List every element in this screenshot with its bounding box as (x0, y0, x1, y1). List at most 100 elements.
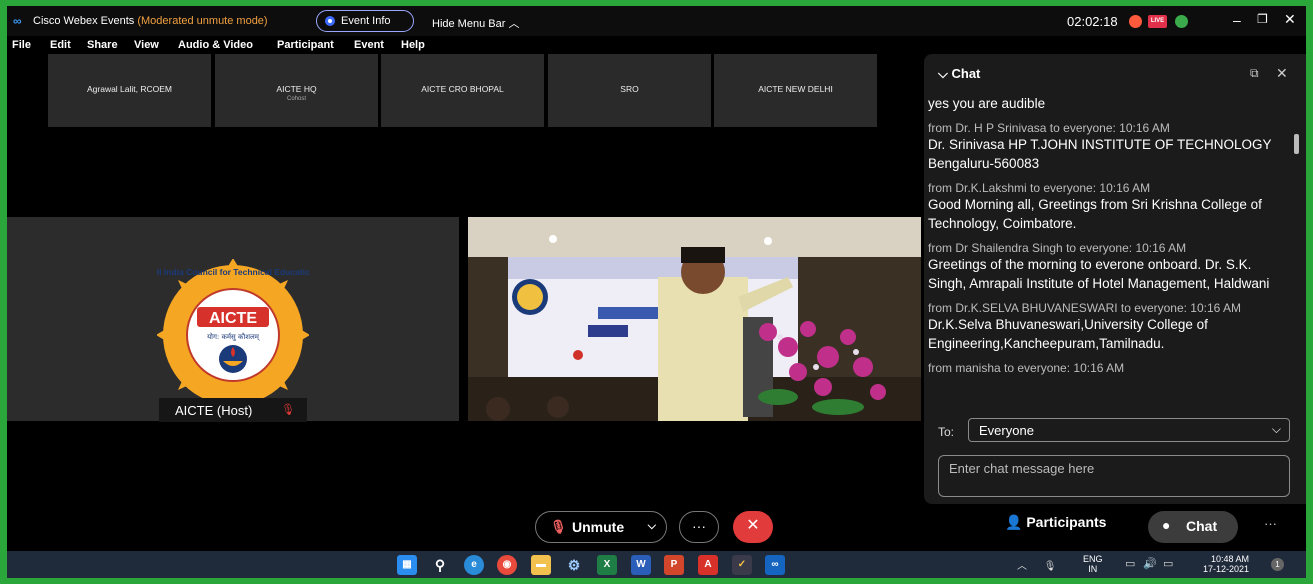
clock-time: 10:48 AM (1211, 554, 1250, 564)
event-timer: 02:02:18 (1067, 14, 1118, 29)
excel-icon[interactable]: X (597, 555, 617, 575)
chat-message: from Dr.K.SELVA BHUVANESWARI to everyone… (928, 301, 1288, 353)
chat-message: yes you are audible (928, 94, 1288, 113)
participant-name: AICTE HQ (276, 84, 317, 94)
close-chat-button[interactable]: ✕ (1276, 65, 1288, 82)
more-options-button[interactable]: ··· (679, 511, 719, 543)
recipient-label: To: (938, 425, 955, 439)
app-title: Cisco Webex Events (Moderated unmute mod… (33, 15, 268, 27)
event-info-button[interactable]: Event Info (316, 10, 414, 32)
network-health-icon[interactable] (1175, 15, 1188, 28)
chrome-icon[interactable]: ◉ (497, 555, 517, 575)
menu-share[interactable]: Share (87, 39, 118, 51)
menu-help[interactable]: Help (401, 39, 425, 51)
chat-message-list[interactable]: yes you are audible from Dr. H P Sriniva… (928, 94, 1288, 410)
leave-event-button[interactable]: ✕ (733, 511, 773, 543)
live-badge: LIVE (1148, 15, 1167, 28)
menu-edit[interactable]: Edit (50, 39, 71, 51)
chat-message: from Dr.K.Lakshmi to everyone: 10:16 AM … (928, 181, 1288, 233)
chevron-down-icon: ⌵ (938, 66, 948, 81)
menu-file[interactable]: File (12, 39, 31, 51)
chevron-up-icon[interactable]: ︿ (1017, 561, 1027, 572)
participant-thumbnail[interactable]: SRO (548, 54, 711, 127)
file-explorer-icon[interactable]: ▬ (531, 555, 551, 575)
network-icon[interactable]: ▭ (1125, 557, 1135, 570)
chat-input-placeholder: Enter chat message here (949, 461, 1095, 476)
hide-menu-bar-button[interactable]: Hide Menu Bar ︿ (432, 15, 519, 31)
chat-message-text: Dr.K.Selva Bhuvaneswari,University Colle… (928, 317, 1208, 351)
language-indicator[interactable]: ENG IN (1083, 554, 1103, 574)
chat-message-meta: from Dr. H P Srinivasa to everyone: 10:1… (928, 121, 1170, 135)
chat-panel-header[interactable]: ⌵ Chat (938, 66, 980, 82)
logo-title: AICTE (209, 310, 257, 327)
participant-thumbnail[interactable]: AICTE NEW DELHI (714, 54, 877, 127)
recording-icon[interactable] (1129, 15, 1142, 28)
chat-panel-title: Chat (951, 66, 981, 81)
powerpoint-icon[interactable]: P (664, 555, 684, 575)
windows-start-icon[interactable]: ▦ (397, 555, 417, 575)
webex-icon[interactable]: ∞ (765, 555, 785, 575)
chevron-down-icon: ⌵ (1271, 422, 1281, 436)
edge-icon[interactable]: e (464, 555, 484, 575)
title-bar: ∞ Cisco Webex Events (Moderated unmute m… (7, 6, 1306, 36)
menu-audio-video[interactable]: Audio & Video (178, 39, 253, 51)
recipient-value: Everyone (979, 423, 1034, 438)
logo-ring-text: All India Council for Technical Educatio… (157, 267, 309, 277)
menu-event[interactable]: Event (354, 39, 384, 51)
aicte-logo: All India Council for Technical Educatio… (157, 259, 309, 411)
region-code: IN (1088, 564, 1098, 574)
host-video-tile[interactable]: All India Council for Technical Educatio… (7, 217, 459, 421)
chat-message-meta: from manisha to everyone: 10:16 AM (928, 361, 1125, 375)
participant-thumbnail[interactable]: Agrawal Lalit, RCOEM (48, 54, 211, 127)
maximize-button[interactable]: ❐ (1257, 12, 1268, 26)
participant-role: Cohost (286, 96, 306, 102)
menu-participant[interactable]: Participant (277, 39, 334, 51)
taskbar-clock[interactable]: 10:48 AM 17-12-2021 (1203, 554, 1249, 574)
minimize-button[interactable]: – (1233, 12, 1241, 28)
chat-message: from Dr. H P Srinivasa to everyone: 10:1… (928, 121, 1288, 173)
logo-motto: योग: कर्मसु कौशलम् (207, 332, 260, 341)
menu-view[interactable]: View (134, 39, 159, 51)
chat-message-text: Greetings of the morning to everone onbo… (928, 257, 1270, 291)
settings-gear-icon[interactable]: ⚙ (564, 555, 584, 575)
notification-badge[interactable]: 1 (1271, 558, 1284, 571)
recipient-select[interactable]: Everyone ⌵ (968, 418, 1290, 442)
menu-bar: File Edit Share View Audio & Video Parti… (7, 36, 1306, 54)
participant-name: Agrawal Lalit, RCOEM (86, 84, 173, 94)
unmute-button[interactable]: 🎙 Unmute ⌵ (535, 511, 667, 543)
hide-menu-label: Hide Menu Bar (432, 18, 506, 30)
unmute-label: Unmute (572, 519, 625, 535)
more-controls-button[interactable]: ··· (1264, 516, 1277, 531)
microphone-icon[interactable]: 🎙 (1044, 561, 1057, 572)
event-info-label: Event Info (341, 15, 391, 27)
webex-tasks-icon[interactable]: ✓ (732, 555, 752, 575)
host-name: AICTE (Host) (175, 403, 253, 418)
speaker-video-tile[interactable] (468, 217, 921, 421)
participant-name: AICTE CRO BHOPAL (421, 84, 504, 94)
word-icon[interactable]: W (631, 555, 651, 575)
participant-thumbnail[interactable]: AICTE CRO BHOPAL (381, 54, 544, 127)
battery-icon[interactable]: ▭ (1163, 557, 1173, 570)
volume-icon[interactable]: 🔊 (1143, 557, 1157, 570)
popout-icon[interactable]: ⧉ (1250, 66, 1259, 81)
participants-icon: 👤 (1005, 514, 1023, 530)
chat-button[interactable]: ● Chat (1148, 511, 1238, 543)
close-window-button[interactable]: ✕ (1284, 11, 1296, 28)
search-icon[interactable]: ⚲ (430, 555, 450, 575)
chevron-up-icon: ︿ (508, 18, 520, 30)
chat-message-text: yes you are audible (928, 96, 1046, 111)
clock-date: 17-12-2021 (1203, 564, 1250, 574)
participant-thumbnail[interactable]: AICTE HQ Cohost (215, 54, 378, 127)
webex-logo-icon: ∞ (13, 14, 22, 28)
chat-scrollbar[interactable] (1294, 134, 1299, 154)
system-tray: ︿ 🎙 (1017, 557, 1056, 572)
chat-message: from manisha to everyone: 10:16 AM (928, 361, 1288, 375)
app-name: Cisco Webex Events (33, 15, 135, 27)
acrobat-icon[interactable]: A (698, 555, 718, 575)
chat-message: from Dr Shailendra Singh to everyone: 10… (928, 241, 1288, 293)
participant-name: SRO (620, 84, 639, 94)
info-icon (325, 16, 335, 26)
unmute-mode-label: (Moderated unmute mode) (137, 15, 268, 27)
chat-message-input[interactable]: Enter chat message here (938, 455, 1290, 497)
participants-button[interactable]: 👤 Participants (1005, 514, 1106, 531)
